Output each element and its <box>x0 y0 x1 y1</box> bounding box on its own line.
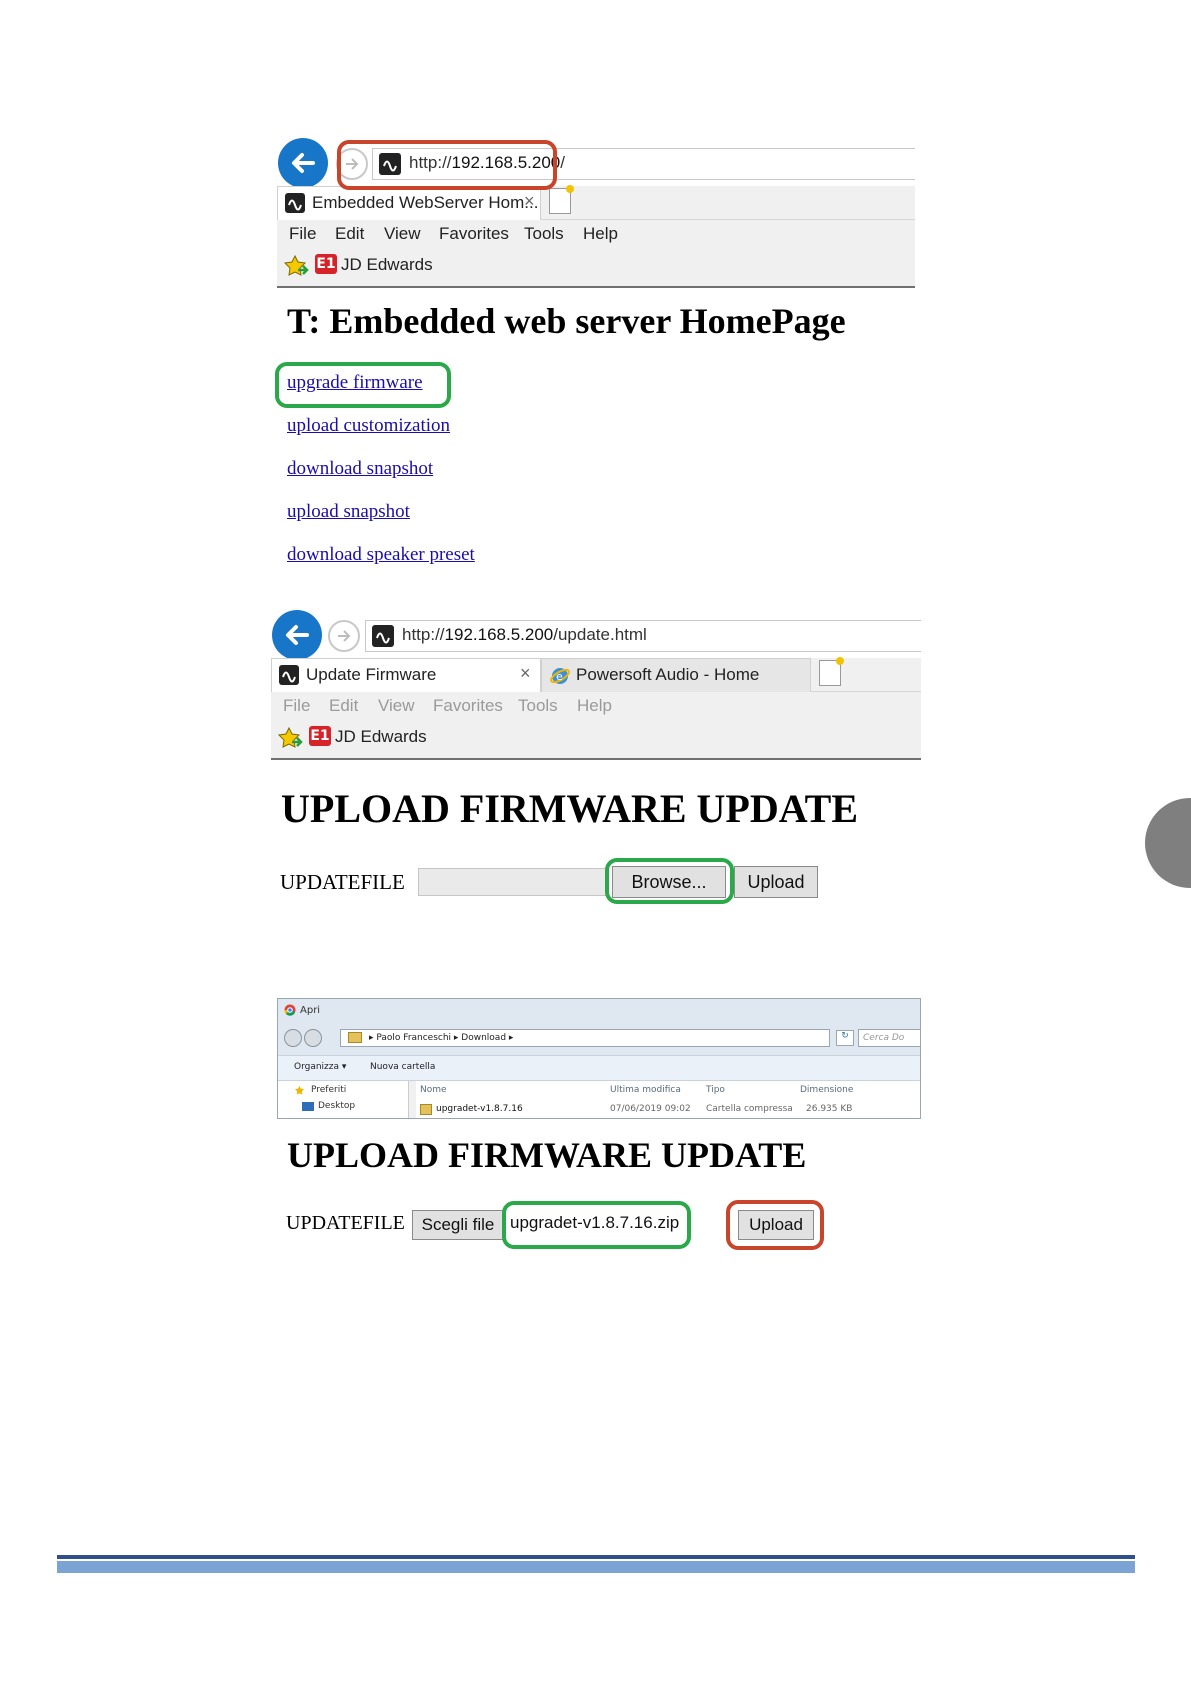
dialog-refresh-icon[interactable]: ↻ <box>836 1030 854 1046</box>
file-open-dialog: Apri ▸ Paolo Franceschi ▸ Download ▸ ↻ C… <box>277 998 921 1119</box>
site-favicon-icon <box>285 193 305 213</box>
browser-window-update: http://192.168.5.200/update.html Update … <box>271 610 921 760</box>
back-button[interactable] <box>272 610 322 660</box>
menu-file[interactable]: File <box>289 224 316 244</box>
new-tab-button[interactable] <box>819 657 844 686</box>
tab-powersoft-home[interactable]: e Powersoft Audio - Home <box>541 658 811 692</box>
link-upload-snapshot[interactable]: upload snapshot <box>287 501 410 523</box>
file-name-highlight <box>502 1201 691 1249</box>
tab-bar: Embedded WebServer Hom... × <box>277 185 915 220</box>
tab-bar: Update Firmware × e Powersoft Audio - Ho… <box>271 657 921 692</box>
chrome-icon <box>284 1004 296 1016</box>
update-page-title-2: UPLOAD FIRMWARE UPDATE <box>287 1135 807 1175</box>
jd-edwards-icon: E1 <box>315 254 337 274</box>
sidebar-item-desktop[interactable]: Desktop <box>318 1101 355 1111</box>
menu-help[interactable]: Help <box>577 696 612 716</box>
menu-file[interactable]: File <box>283 696 310 716</box>
footer-rule-dark <box>57 1555 1135 1559</box>
new-folder-button[interactable]: Nuova cartella <box>370 1062 435 1072</box>
dialog-path-bar[interactable]: ▸ Paolo Franceschi ▸ Download ▸ <box>340 1029 830 1047</box>
file-size: 26.935 KB <box>806 1104 853 1114</box>
svg-text:e: e <box>556 670 563 683</box>
favorites-star-icon[interactable] <box>283 254 309 278</box>
side-chapter-tab <box>1145 798 1191 888</box>
column-size[interactable]: Dimensione <box>800 1085 853 1095</box>
choose-file-button[interactable]: Scegli file <box>412 1210 504 1240</box>
dialog-title: Apri <box>300 1005 321 1016</box>
favorite-jd-edwards[interactable]: JD Edwards <box>335 727 427 747</box>
dialog-sidebar-scrollbar[interactable] <box>408 1081 416 1118</box>
dialog-back-button[interactable] <box>284 1029 302 1047</box>
column-name[interactable]: Nome <box>420 1085 447 1095</box>
updatefile-label: UPDATEFILE <box>280 870 405 894</box>
link-upload-customization[interactable]: upload customization <box>287 415 450 437</box>
link-download-speaker-preset[interactable]: download speaker preset <box>287 544 475 566</box>
new-tab-button[interactable] <box>549 185 574 214</box>
file-modified: 07/06/2019 09:02 <box>610 1104 691 1114</box>
menu-favorites[interactable]: Favorites <box>439 224 509 244</box>
favorite-jd-edwards[interactable]: JD Edwards <box>341 255 433 275</box>
file-type: Cartella compressa <box>706 1104 793 1114</box>
column-modified[interactable]: Ultima modifica <box>610 1085 681 1095</box>
site-favicon-icon <box>372 625 394 647</box>
desktop-icon <box>302 1102 314 1111</box>
jd-edwards-icon: E1 <box>309 726 331 746</box>
dialog-file-list: Nome Ultima modifica Tipo Dimensione upg… <box>416 1081 920 1118</box>
dialog-toolbar: Organizza ▾ Nuova cartella <box>278 1055 920 1081</box>
file-path-field[interactable] <box>418 868 608 896</box>
menu-edit[interactable]: Edit <box>329 696 358 716</box>
link-download-snapshot[interactable]: download snapshot <box>287 458 433 480</box>
arrow-left-icon <box>292 153 315 173</box>
updatefile-label: UPDATEFILE <box>286 1212 405 1234</box>
favorites-star-icon <box>294 1085 305 1095</box>
upload-button[interactable]: Upload <box>734 866 818 898</box>
favorites-star-icon[interactable] <box>277 726 303 750</box>
home-page-title: T: Embedded web server HomePage <box>287 301 846 341</box>
file-name: upgradet-v1.8.7.16 <box>436 1104 523 1114</box>
tab-title: Embedded WebServer Hom... <box>312 193 539 212</box>
menu-bar: File Edit View Favorites Tools Help <box>271 692 921 722</box>
address-bar[interactable]: http://192.168.5.200/update.html <box>365 620 921 652</box>
arrow-left-icon <box>286 625 309 645</box>
close-tab-icon[interactable]: × <box>524 191 535 212</box>
dialog-search-input[interactable]: Cerca Do <box>858 1029 920 1047</box>
menu-favorites[interactable]: Favorites <box>433 696 503 716</box>
forward-button[interactable] <box>328 620 360 652</box>
column-type[interactable]: Tipo <box>706 1085 725 1095</box>
menu-tools[interactable]: Tools <box>524 224 564 244</box>
dialog-navigation: ▸ Paolo Franceschi ▸ Download ▸ ↻ Cerca … <box>284 1029 920 1049</box>
browse-highlight <box>605 858 734 904</box>
favorites-bar: E1 JD Edwards <box>271 722 921 760</box>
url-text: http://192.168.5.200/update.html <box>402 625 647 644</box>
file-row[interactable]: upgradet-v1.8.7.16 07/06/2019 09:02 Cart… <box>416 1101 856 1118</box>
zip-folder-icon <box>420 1104 432 1115</box>
site-favicon-icon <box>279 665 299 685</box>
dialog-folder-icon <box>348 1032 362 1043</box>
menu-view[interactable]: View <box>384 224 421 244</box>
address-highlight <box>337 140 557 190</box>
menu-help[interactable]: Help <box>583 224 618 244</box>
tab-title: Update Firmware <box>306 665 437 684</box>
sidebar-item-preferiti[interactable]: Preferiti <box>311 1085 346 1095</box>
back-button[interactable] <box>278 138 328 188</box>
organize-menu[interactable]: Organizza ▾ <box>294 1062 346 1072</box>
favorites-bar: E1 JD Edwards <box>277 250 915 288</box>
dialog-sidebar: Preferiti Desktop <box>278 1081 408 1118</box>
tab-update-firmware[interactable]: Update Firmware × <box>271 658 541 692</box>
close-tab-icon[interactable]: × <box>520 663 531 684</box>
arrow-right-icon <box>338 630 351 642</box>
dialog-forward-button[interactable] <box>304 1029 322 1047</box>
update-page-title: UPLOAD FIRMWARE UPDATE <box>281 786 859 831</box>
menu-bar: File Edit View Favorites Tools Help <box>277 220 915 250</box>
tab-title: Powersoft Audio - Home <box>576 665 760 684</box>
tab-home[interactable]: Embedded WebServer Hom... × <box>277 186 541 220</box>
upgrade-firmware-highlight <box>275 362 451 408</box>
menu-edit[interactable]: Edit <box>335 224 364 244</box>
internet-explorer-icon: e <box>550 668 570 684</box>
menu-tools[interactable]: Tools <box>518 696 558 716</box>
upload-highlight <box>726 1200 824 1250</box>
menu-view[interactable]: View <box>378 696 415 716</box>
footer-rule-light <box>57 1561 1135 1573</box>
